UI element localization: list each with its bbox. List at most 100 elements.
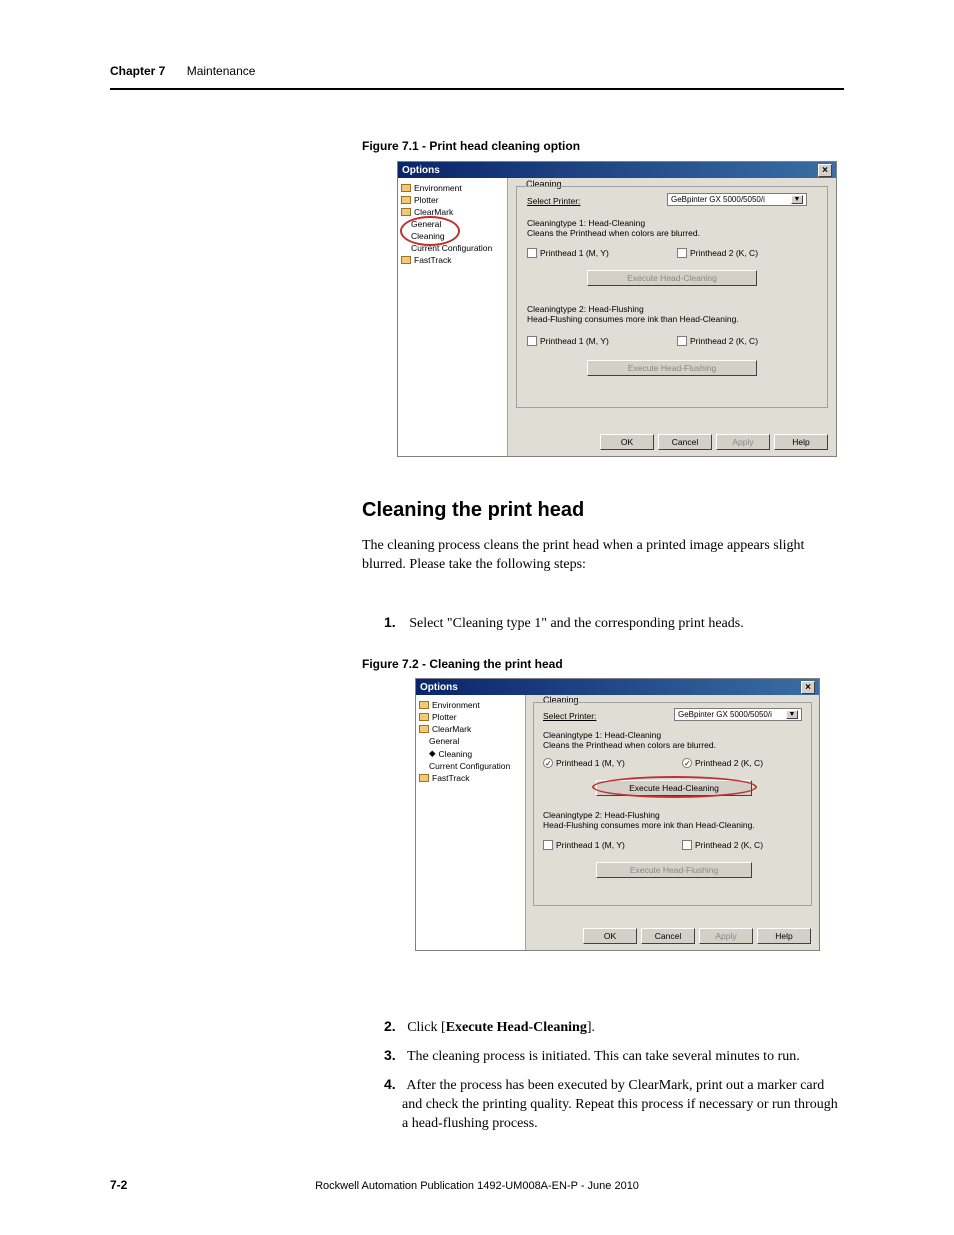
tree-environment[interactable]: Environment [401, 182, 504, 194]
cleaning-group: Select Printer: GeBpinter GX 5000/5050/i… [516, 186, 828, 408]
checkbox-label: Printhead 1 (M, Y) [540, 336, 609, 346]
folder-icon [401, 184, 411, 192]
ct1-title: Cleaningtype 1: Head-Cleaning [543, 730, 661, 740]
tree-fasttrack[interactable]: FastTrack [401, 254, 504, 266]
options-dialog-2: Options × Environment Plotter ClearMark … [415, 678, 820, 951]
cancel-button[interactable]: Cancel [658, 434, 712, 450]
nav-tree[interactable]: Environment Plotter ClearMark General Cl… [398, 178, 508, 456]
step-number: 3. [384, 1047, 396, 1063]
checkbox-label: Printhead 2 (K, C) [695, 840, 763, 850]
printer-value: GeBpinter GX 5000/5050/i [678, 710, 772, 719]
ct1-title: Cleaningtype 1: Head-Cleaning [527, 218, 645, 228]
close-icon[interactable]: × [818, 164, 832, 177]
checkbox-label: Printhead 1 (M, Y) [540, 248, 609, 258]
execute-head-flushing-button[interactable]: Execute Head-Flushing [587, 360, 757, 376]
ct1-printhead1-checkbox[interactable]: ✓ Printhead 1 (M, Y) [543, 758, 625, 768]
checkbox-label: Printhead 1 (M, Y) [556, 840, 625, 850]
figure-7-2-caption: Figure 7.2 - Cleaning the print head [362, 657, 563, 671]
steps-list: 2. Click [Execute Head-Cleaning]. 3. The… [384, 1017, 844, 1141]
checkbox-label: Printhead 2 (K, C) [690, 336, 758, 346]
step-number: 1. [384, 614, 396, 630]
folder-icon [401, 208, 411, 216]
tree-general[interactable]: General [419, 735, 522, 747]
step-text-c: ]. [587, 1020, 595, 1035]
tree-plotter[interactable]: Plotter [419, 711, 522, 723]
tree-plotter[interactable]: Plotter [401, 194, 504, 206]
dialog-title: Options [420, 682, 458, 693]
tree-clearmark[interactable]: ClearMark [401, 206, 504, 218]
checkbox-label: Printhead 2 (K, C) [690, 248, 758, 258]
apply-button[interactable]: Apply [716, 434, 770, 450]
checkbox-label: Printhead 2 (K, C) [695, 758, 763, 768]
step-4: 4. After the process has been executed b… [384, 1075, 844, 1134]
checkbox-icon: ✓ [543, 758, 553, 768]
select-printer-label: Select Printer: [543, 711, 596, 721]
ct1-printhead1-checkbox[interactable]: Printhead 1 (M, Y) [527, 248, 609, 258]
printer-dropdown[interactable]: GeBpinter GX 5000/5050/i ▼ [674, 708, 802, 721]
ct2-printhead2-checkbox[interactable]: Printhead 2 (K, C) [682, 840, 763, 850]
ct1-printhead2-checkbox[interactable]: ✓ Printhead 2 (K, C) [682, 758, 763, 768]
dialog-button-row: OK Cancel Apply Help [583, 928, 811, 944]
checkbox-icon [677, 336, 687, 346]
section-heading: Cleaning the print head [362, 499, 584, 522]
page-header: Chapter 7 Maintenance [110, 64, 255, 78]
cleaning-group: Select Printer: GeBpinter GX 5000/5050/i… [533, 702, 812, 906]
section-label: Maintenance [187, 64, 256, 78]
ct2-desc: Head-Flushing consumes more ink than Hea… [543, 820, 755, 830]
folder-icon [419, 725, 429, 733]
execute-head-cleaning-button[interactable]: Execute Head-Cleaning [587, 270, 757, 286]
close-icon[interactable]: × [801, 681, 815, 694]
ct2-printhead1-checkbox[interactable]: Printhead 1 (M, Y) [543, 840, 625, 850]
nav-tree[interactable]: Environment Plotter ClearMark General ◆ … [416, 695, 526, 950]
cancel-button[interactable]: Cancel [641, 928, 695, 944]
checkbox-icon [527, 336, 537, 346]
ct2-title: Cleaningtype 2: Head-Flushing [543, 810, 660, 820]
step-text-a: Click [ [407, 1020, 446, 1035]
tree-current-config[interactable]: Current Configuration [419, 760, 522, 772]
chapter-label: Chapter 7 [110, 64, 165, 78]
checkbox-icon [543, 840, 553, 850]
highlight-circle [400, 216, 460, 246]
step-number: 2. [384, 1018, 396, 1034]
apply-button[interactable]: Apply [699, 928, 753, 944]
highlight-circle [592, 776, 757, 798]
titlebar: Options × [416, 679, 819, 695]
checkbox-label: Printhead 1 (M, Y) [556, 758, 625, 768]
ok-button[interactable]: OK [583, 928, 637, 944]
tree-clearmark[interactable]: ClearMark [419, 723, 522, 735]
ct1-desc: Cleans the Printhead when colors are blu… [543, 740, 716, 750]
ct1-printhead2-checkbox[interactable]: Printhead 2 (K, C) [677, 248, 758, 258]
step-2: 2. Click [Execute Head-Cleaning]. [384, 1017, 844, 1038]
dialog-button-row: OK Cancel Apply Help [600, 434, 828, 450]
tree-fasttrack[interactable]: FastTrack [419, 772, 522, 784]
folder-icon [401, 196, 411, 204]
chevron-down-icon[interactable]: ▼ [791, 195, 803, 204]
step-bold: Execute Head-Cleaning [446, 1020, 587, 1035]
ct2-title: Cleaningtype 2: Head-Flushing [527, 304, 644, 314]
step-text: After the process has been executed by C… [402, 1078, 838, 1131]
ct2-printhead2-checkbox[interactable]: Printhead 2 (K, C) [677, 336, 758, 346]
folder-icon [419, 713, 429, 721]
printer-dropdown[interactable]: GeBpinter GX 5000/5050/i ▼ [667, 193, 807, 206]
ok-button[interactable]: OK [600, 434, 654, 450]
help-button[interactable]: Help [757, 928, 811, 944]
step-1: 1. Select "Cleaning type 1" and the corr… [384, 614, 844, 632]
help-button[interactable]: Help [774, 434, 828, 450]
execute-head-flushing-button[interactable]: Execute Head-Flushing [596, 862, 752, 878]
right-pane: Select Printer: GeBpinter GX 5000/5050/i… [508, 178, 836, 456]
chevron-down-icon[interactable]: ▼ [786, 710, 798, 719]
checkbox-icon: ✓ [682, 758, 692, 768]
folder-icon [401, 256, 411, 264]
checkbox-icon [682, 840, 692, 850]
folder-icon [419, 774, 429, 782]
titlebar: Options × [398, 162, 836, 178]
checkbox-icon [527, 248, 537, 258]
right-pane: Select Printer: GeBpinter GX 5000/5050/i… [526, 695, 819, 950]
ct1-desc: Cleans the Printhead when colors are blu… [527, 228, 700, 238]
tree-cleaning[interactable]: ◆ Cleaning [419, 747, 522, 760]
tree-environment[interactable]: Environment [419, 699, 522, 711]
ct2-printhead1-checkbox[interactable]: Printhead 1 (M, Y) [527, 336, 609, 346]
step-text: The cleaning process is initiated. This … [407, 1049, 800, 1064]
select-printer-label: Select Printer: [527, 196, 580, 206]
header-rule [110, 88, 844, 90]
